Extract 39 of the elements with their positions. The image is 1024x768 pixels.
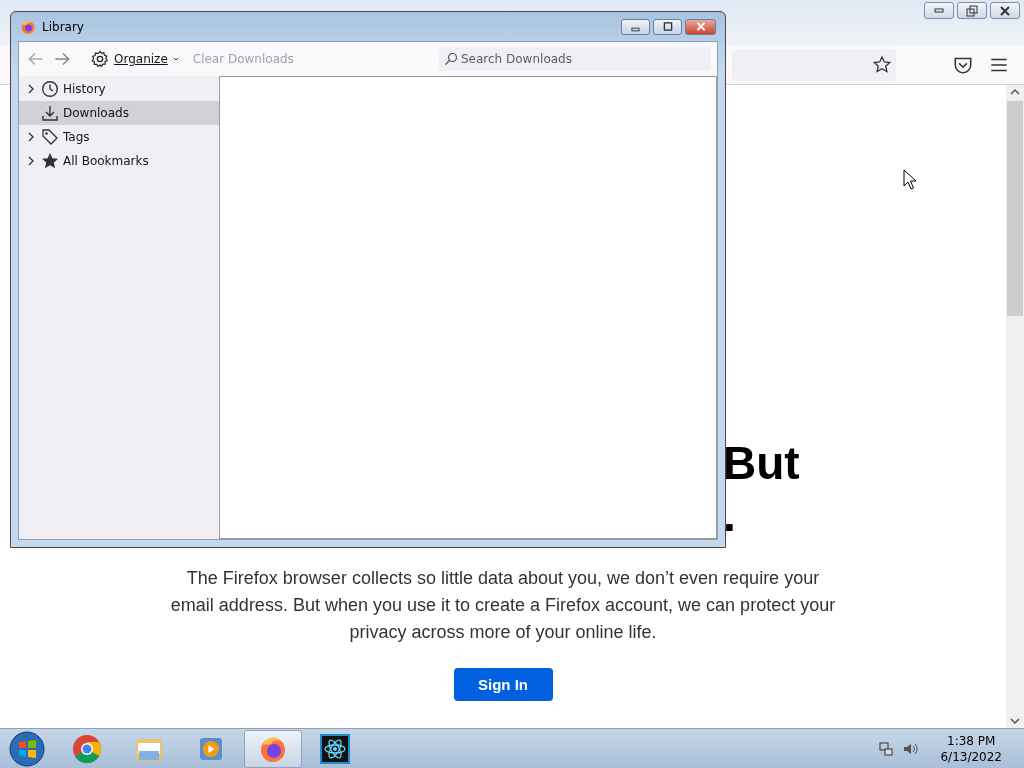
clock-date: 6/13/2022	[940, 748, 1002, 765]
sidebar-item[interactable]: History	[19, 77, 219, 101]
atom-icon	[319, 732, 351, 765]
start-button[interactable]	[8, 729, 46, 768]
sidebar-item[interactable]: Tags	[19, 125, 219, 149]
sidebar-item-label: History	[63, 82, 106, 96]
sidebar-item[interactable]: Downloads	[19, 101, 219, 125]
intro-paragraph: The Firefox browser collects so little data about you, we don’t even require your email address. But when you use it to create a Firefox account, we can protect your privacy across more of your online life.	[169, 567, 837, 644]
sidebar-item-label: Downloads	[63, 106, 129, 120]
clock-icon	[41, 80, 59, 98]
gear-icon	[91, 50, 109, 68]
firefox-icon	[20, 18, 36, 35]
sidebar-item-label: All Bookmarks	[63, 154, 149, 168]
scrollbar[interactable]	[1006, 85, 1024, 728]
minimize-icon	[934, 8, 944, 13]
minimize-button[interactable]	[621, 18, 650, 35]
clock-time: 1:38 PM	[947, 732, 996, 749]
caret-icon	[172, 56, 179, 62]
network-icon[interactable]	[878, 740, 895, 757]
sidebar-item-label: Tags	[63, 130, 90, 144]
mouse-cursor-icon	[903, 169, 917, 190]
bookmark-star-icon[interactable]	[872, 54, 892, 75]
minimize-icon	[631, 26, 640, 32]
minimize-button[interactable]	[924, 2, 954, 19]
sidebar-item[interactable]: All Bookmarks	[19, 149, 219, 173]
download-icon	[41, 104, 59, 122]
restore-button[interactable]	[957, 2, 987, 19]
close-button[interactable]	[990, 2, 1020, 19]
maximize-button[interactable]	[653, 18, 682, 35]
heading-text: .	[723, 489, 737, 541]
organize-menu-button[interactable]: Organize	[87, 50, 183, 68]
search-field[interactable]: Search Downloads	[439, 47, 711, 71]
heading-text: But	[723, 437, 800, 489]
window-title: Library	[42, 19, 84, 34]
sign-in-button[interactable]: Sign In	[453, 668, 553, 701]
star-icon	[41, 152, 59, 170]
search-icon	[444, 52, 458, 66]
tag-icon	[41, 128, 59, 146]
chrome-icon	[71, 732, 103, 765]
